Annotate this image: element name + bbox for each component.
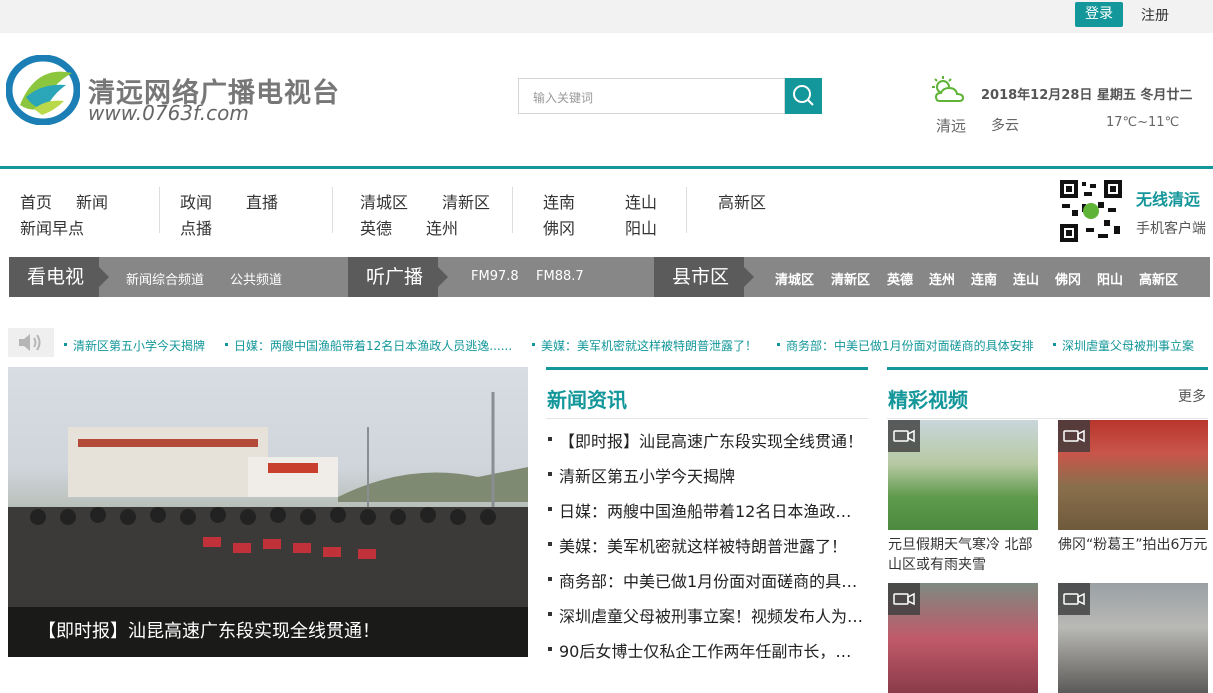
county-fogang[interactable]: 佛冈 bbox=[1055, 269, 1081, 288]
news-section-title[interactable]: 新闻资讯 bbox=[547, 384, 627, 413]
news-item[interactable]: 清新区第五小学今天揭牌 bbox=[548, 463, 866, 487]
date-text: 2018年12月28日 星期五 冬月廿二 bbox=[981, 88, 1193, 103]
weather-temperature: 17℃~11℃ bbox=[1106, 115, 1180, 130]
nav-politics[interactable]: 政闻 bbox=[180, 189, 212, 213]
county-lianshan[interactable]: 连山 bbox=[1013, 269, 1039, 288]
video-section-title[interactable]: 精彩视频 bbox=[888, 384, 968, 413]
news-item[interactable]: 深圳虐童父母被刑事立案！视频发布人为何被拘 bbox=[548, 603, 866, 627]
video-thumbnail[interactable] bbox=[888, 420, 1038, 530]
nav-morning-news[interactable]: 新闻早点 bbox=[20, 215, 84, 239]
nav-qingxin[interactable]: 清新区 bbox=[442, 189, 490, 213]
nav-qingcheng[interactable]: 清城区 bbox=[360, 189, 408, 213]
site-header: 清远网络广播电视台 www.0763f.com 输入关键词 2018年12月28… bbox=[0, 33, 1213, 169]
site-url: www.0763f.com bbox=[88, 101, 249, 125]
ticker-item[interactable]: 美媒：美军机密就这样被特朗普泄露了！ bbox=[531, 337, 757, 354]
news-item[interactable]: 商务部：中美已做1月份面对面磋商的具体安排 bbox=[548, 568, 866, 592]
cloudy-icon bbox=[932, 76, 965, 102]
nav-divider bbox=[512, 187, 513, 233]
radio-fm887[interactable]: FM88.7 bbox=[536, 269, 584, 284]
video-caption[interactable]: 元旦假期天气寒冷 北部山区或有雨夹雪 bbox=[888, 535, 1040, 575]
video-camera-icon bbox=[1058, 420, 1090, 452]
video-camera-icon bbox=[888, 420, 920, 452]
watch-tv-label[interactable]: 看电视 bbox=[9, 257, 109, 297]
ticker-item[interactable]: 清新区第五小学今天揭牌 bbox=[63, 337, 205, 354]
weather-city: 清远 bbox=[936, 117, 967, 135]
register-link[interactable]: 注册 bbox=[1141, 5, 1169, 25]
video-thumbnail[interactable] bbox=[1058, 583, 1208, 693]
nav-lianzhou[interactable]: 连州 bbox=[426, 215, 458, 239]
search-input[interactable]: 输入关键词 bbox=[518, 78, 785, 114]
ticker-item[interactable]: 商务部：中美已做1月份面对面磋商的具体安排 bbox=[777, 337, 1034, 354]
video-caption[interactable]: 佛冈“粉葛王”拍出6万元 bbox=[1058, 535, 1210, 555]
nav-live[interactable]: 直播 bbox=[246, 189, 278, 213]
video-thumbnail[interactable] bbox=[888, 583, 1038, 693]
video-section-header: 精彩视频 更多 bbox=[887, 367, 1208, 419]
nav-vod[interactable]: 点播 bbox=[180, 215, 212, 239]
channel-news[interactable]: 新闻综合频道 bbox=[126, 269, 204, 288]
speaker-icon bbox=[8, 328, 54, 357]
county-qingcheng[interactable]: 清城区 bbox=[775, 269, 814, 288]
listen-radio-label[interactable]: 听广播 bbox=[348, 257, 448, 297]
weather-condition: 多云 bbox=[991, 118, 1019, 134]
nav-divider bbox=[686, 187, 687, 233]
news-section-header: 新闻资讯 bbox=[546, 367, 868, 419]
search-button[interactable] bbox=[785, 78, 822, 114]
logo-icon[interactable] bbox=[6, 55, 80, 125]
login-button[interactable]: 登录 bbox=[1075, 2, 1123, 27]
hero-caption[interactable]: 【即时报】汕昆高速广东段实现全线贯通！ bbox=[8, 607, 528, 657]
nav-gaoxin[interactable]: 高新区 bbox=[718, 189, 766, 213]
news-item[interactable]: 日媒：两艘中国渔船带着12名日本渔政人员逃逸 bbox=[548, 498, 866, 522]
search-icon bbox=[793, 85, 814, 106]
video-camera-icon bbox=[1058, 583, 1090, 615]
nav-news[interactable]: 新闻 bbox=[76, 189, 108, 213]
county-yingde[interactable]: 英德 bbox=[887, 269, 913, 288]
nav-divider bbox=[159, 187, 160, 233]
nav-liannan[interactable]: 连南 bbox=[543, 189, 575, 213]
county-yangshan[interactable]: 阳山 bbox=[1097, 269, 1123, 288]
news-item[interactable]: 90后女博士仅私企工作两年任副市长，官方回应 bbox=[548, 638, 866, 662]
nav-lianshan[interactable]: 连山 bbox=[625, 189, 657, 213]
nav-fogang[interactable]: 佛冈 bbox=[543, 215, 575, 239]
app-title[interactable]: 无线清远 bbox=[1136, 186, 1200, 210]
news-item[interactable]: 【即时报】汕昆高速广东段实现全线贯通！ bbox=[548, 428, 866, 452]
county-lianzhou[interactable]: 连州 bbox=[929, 269, 955, 288]
news-item[interactable]: 美媒：美军机密就这样被特朗普泄露了！ bbox=[548, 533, 866, 557]
county-liannan[interactable]: 连南 bbox=[971, 269, 997, 288]
qr-code-icon bbox=[1058, 178, 1124, 244]
nav-home[interactable]: 首页 bbox=[20, 189, 52, 213]
ticker-item[interactable]: 日媒：两艘中国渔船带着12名日本渔政人员逃逸...... bbox=[224, 337, 512, 354]
nav-yingde[interactable]: 英德 bbox=[360, 215, 392, 239]
nav-divider bbox=[332, 187, 333, 233]
video-thumbnail[interactable] bbox=[1058, 420, 1208, 530]
channel-public[interactable]: 公共频道 bbox=[230, 269, 282, 288]
video-camera-icon bbox=[888, 583, 920, 615]
top-bar: 登录 注册 bbox=[0, 0, 1213, 33]
news-ticker: 清新区第五小学今天揭牌 日媒：两艘中国渔船带着12名日本渔政人员逃逸......… bbox=[8, 328, 1208, 358]
county-gaoxin[interactable]: 高新区 bbox=[1139, 269, 1178, 288]
county-label[interactable]: 县市区 bbox=[654, 257, 754, 297]
more-videos-link[interactable]: 更多 bbox=[1178, 386, 1206, 406]
nav-yangshan[interactable]: 阳山 bbox=[625, 215, 657, 239]
county-qingxin[interactable]: 清新区 bbox=[831, 269, 870, 288]
channel-bar: 看电视 新闻综合频道 公共频道 听广播 FM97.8 FM88.7 县市区 清城… bbox=[9, 257, 1210, 297]
radio-fm978[interactable]: FM97.8 bbox=[471, 269, 519, 284]
hero-slide[interactable]: 【即时报】汕昆高速广东段实现全线贯通！ bbox=[8, 367, 528, 657]
app-subtitle: 手机客户端 bbox=[1136, 221, 1206, 237]
ticker-item[interactable]: 深圳虐童父母被刑事立案 bbox=[1052, 337, 1194, 354]
